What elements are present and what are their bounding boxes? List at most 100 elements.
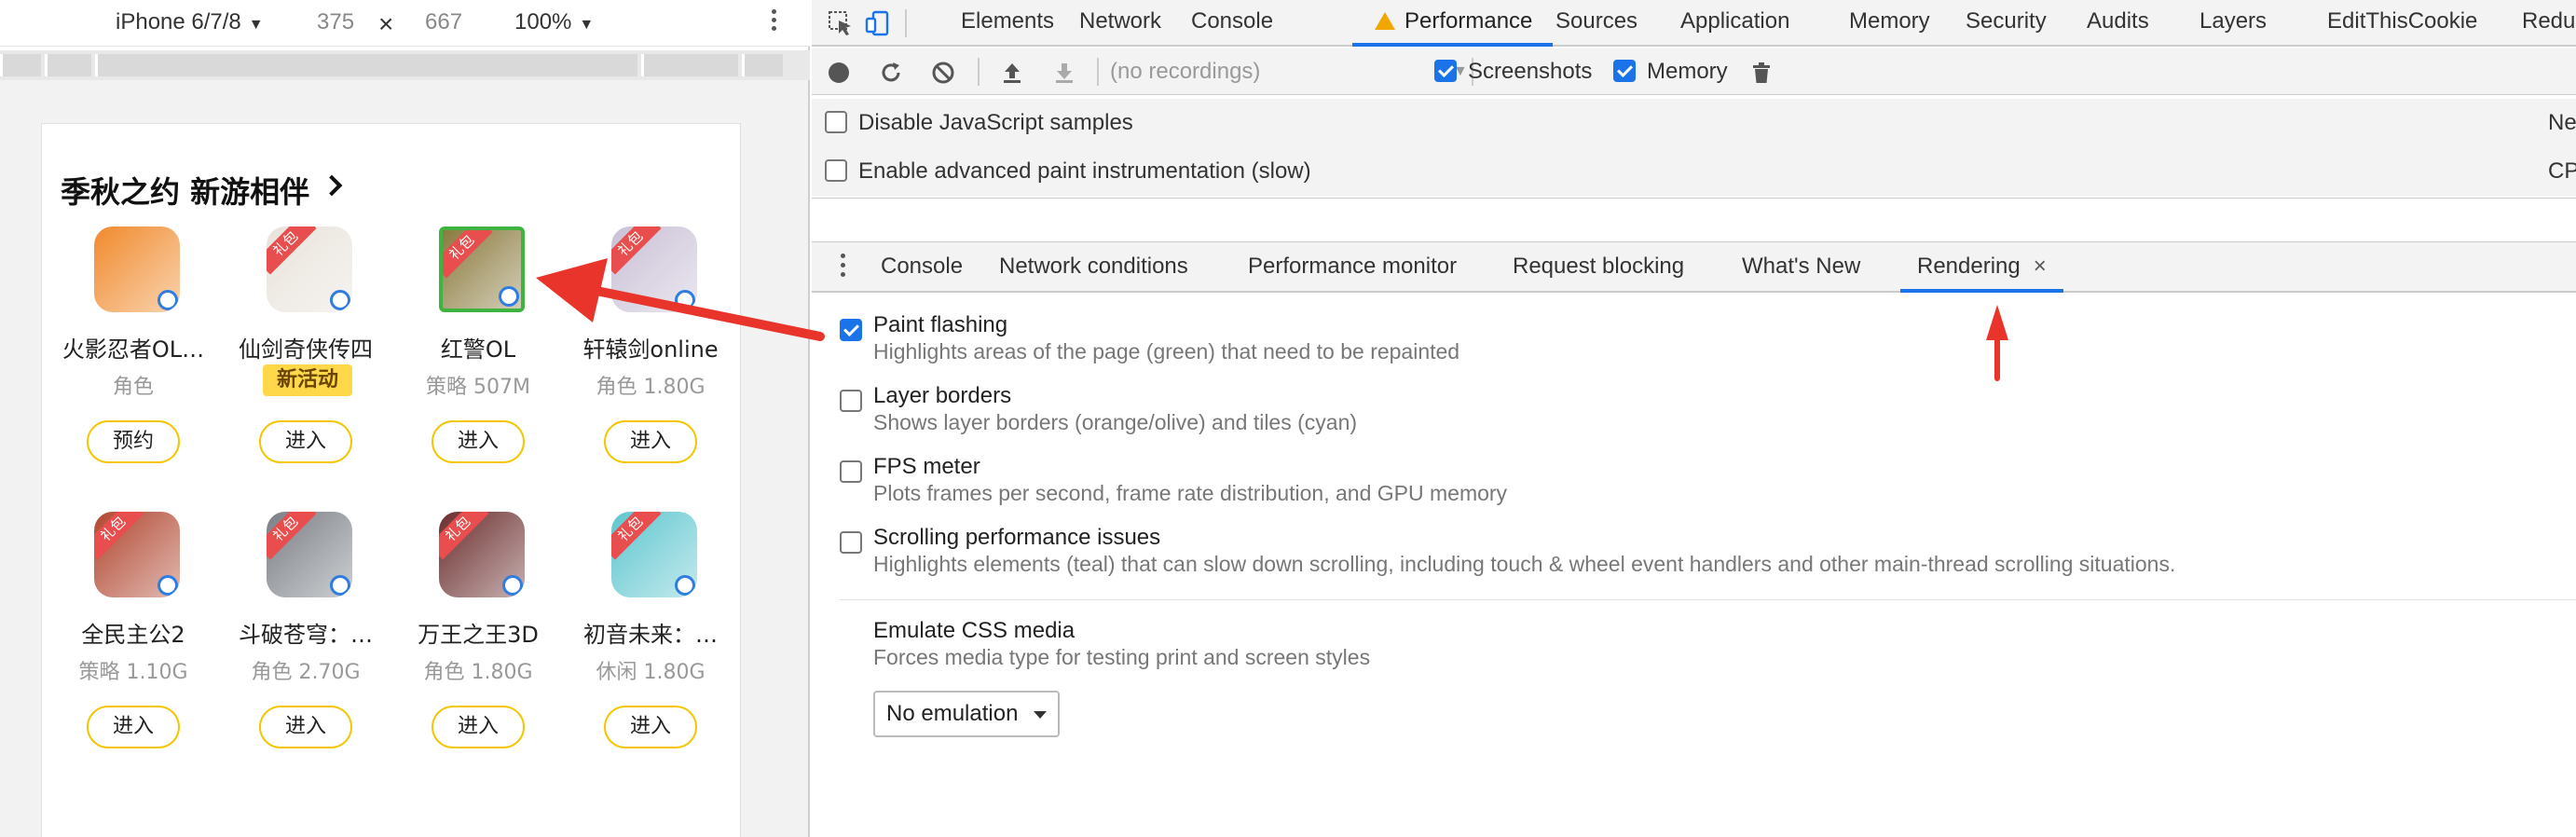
drawer-tab-rendering[interactable]: Rendering × bbox=[1900, 242, 2063, 293]
drawer-more-icon[interactable] bbox=[838, 254, 847, 281]
layer-borders-option[interactable]: Layer borders Shows layer borders (orang… bbox=[840, 382, 2573, 438]
section-title[interactable]: 季秋之约 新游相伴 bbox=[61, 169, 343, 212]
emulate-css-media-select[interactable]: No emulation bbox=[873, 691, 1060, 737]
toolbar-divider bbox=[1097, 58, 1099, 86]
disable-js-samples-checkbox[interactable] bbox=[825, 111, 847, 133]
qq-game-icon bbox=[502, 575, 523, 596]
cpu-throttle-label[interactable]: CP bbox=[2548, 158, 2576, 185]
device-height-input[interactable]: 667 bbox=[425, 9, 462, 35]
advanced-paint-option[interactable]: Enable advanced paint instrumentation (s… bbox=[825, 158, 1311, 185]
tab-audits[interactable]: Audits bbox=[2087, 0, 2149, 47]
game-item[interactable]: 礼包 轩辕剑online 角色 1.80G 进入 bbox=[565, 226, 736, 469]
game-action-button[interactable]: 进入 bbox=[604, 706, 697, 748]
more-options-icon[interactable] bbox=[762, 9, 785, 37]
close-icon[interactable]: × bbox=[2034, 254, 2047, 279]
game-item[interactable]: 火影忍者OL… 角色 预约 bbox=[48, 226, 219, 469]
record-icon[interactable] bbox=[827, 61, 851, 85]
screenshots-checkbox[interactable] bbox=[1434, 60, 1457, 82]
tab-network[interactable]: Network bbox=[1079, 0, 1161, 47]
drawer-tab-rendering-label: Rendering bbox=[1917, 254, 2021, 279]
game-name: 斗破苍穹：… bbox=[239, 622, 373, 648]
reload-icon[interactable] bbox=[879, 61, 903, 85]
game-icon[interactable]: 礼包 bbox=[439, 512, 525, 597]
device-toolbar: iPhone 6/7/8 ▼ 375 × 667 100% ▼ bbox=[0, 0, 810, 47]
drawer-tab-whats-new[interactable]: What's New bbox=[1742, 242, 1860, 293]
game-item[interactable]: 礼包 红警OL 策略 507M 进入 bbox=[392, 226, 564, 469]
tab-redux[interactable]: Redu bbox=[2522, 0, 2575, 47]
game-icon[interactable]: 礼包 bbox=[611, 512, 697, 597]
tab-performance-label: Performance bbox=[1404, 8, 1533, 34]
layer-borders-checkbox[interactable] bbox=[840, 390, 862, 412]
timeline-area bbox=[812, 198, 2576, 242]
clear-icon[interactable] bbox=[931, 61, 955, 85]
qq-game-icon bbox=[330, 575, 350, 596]
trash-icon[interactable] bbox=[1749, 61, 1774, 85]
tab-elements[interactable]: Elements bbox=[961, 0, 1054, 47]
screenshot-root: iPhone 6/7/8 ▼ 375 × 667 100% ▼ 季秋之约 新游相伴 … bbox=[0, 0, 2576, 837]
tab-sources[interactable]: Sources bbox=[1555, 0, 1637, 47]
qq-game-icon bbox=[675, 290, 695, 310]
game-icon[interactable]: 礼包 bbox=[439, 226, 525, 312]
emulate-css-media-desc: Forces media type for testing print and … bbox=[873, 645, 1371, 669]
game-action-button[interactable]: 进入 bbox=[259, 420, 352, 463]
device-select[interactable]: iPhone 6/7/8 ▼ bbox=[116, 9, 264, 38]
tab-console[interactable]: Console bbox=[1191, 0, 1273, 47]
game-icon[interactable]: 礼包 bbox=[267, 512, 352, 597]
game-item[interactable]: 礼包 初音未来：… 休闲 1.80G 进入 bbox=[565, 512, 736, 754]
game-action-button[interactable]: 进入 bbox=[87, 706, 180, 748]
game-item[interactable]: 礼包 全民主公2 策略 1.10G 进入 bbox=[48, 512, 219, 754]
drawer-tab-performance-monitor[interactable]: Performance monitor bbox=[1248, 242, 1457, 293]
disable-js-samples-option[interactable]: Disable JavaScript samples bbox=[825, 110, 1133, 136]
memory-checkbox[interactable] bbox=[1613, 60, 1636, 82]
game-action-button[interactable]: 预约 bbox=[87, 420, 180, 463]
upload-icon[interactable] bbox=[1000, 61, 1024, 85]
tab-security[interactable]: Security bbox=[1966, 0, 2047, 47]
download-icon[interactable] bbox=[1052, 61, 1076, 85]
scroll-perf-option[interactable]: Scrolling performance issues Highlights … bbox=[840, 524, 2573, 580]
device-width-input[interactable]: 375 bbox=[317, 9, 354, 35]
game-action-button[interactable]: 进入 bbox=[432, 706, 525, 748]
toolbar-divider bbox=[978, 58, 980, 86]
option-row-paint: Enable advanced paint instrumentation (s… bbox=[812, 147, 2576, 196]
tab-memory[interactable]: Memory bbox=[1849, 0, 1930, 47]
game-icon[interactable]: 礼包 bbox=[267, 226, 352, 312]
tab-editthiscookie[interactable]: EditThisCookie bbox=[2327, 0, 2477, 47]
tab-layers[interactable]: Layers bbox=[2199, 0, 2267, 47]
game-name: 红警OL bbox=[440, 336, 516, 363]
recordings-select[interactable]: (no recordings) ▼ bbox=[1110, 59, 1468, 85]
toggle-device-icon[interactable] bbox=[864, 9, 892, 37]
drawer-tab-network-conditions[interactable]: Network conditions bbox=[999, 242, 1188, 293]
game-meta: 角色 bbox=[112, 376, 154, 399]
game-item[interactable]: 礼包 斗破苍穹：… 角色 2.70G 进入 bbox=[220, 512, 391, 754]
layer-borders-title: Layer borders bbox=[873, 383, 1012, 408]
network-throttle-label[interactable]: Ne bbox=[2548, 110, 2576, 136]
drawer-tab-request-blocking[interactable]: Request blocking bbox=[1513, 242, 1684, 293]
advanced-paint-checkbox[interactable] bbox=[825, 159, 847, 182]
screenshots-toggle[interactable]: Screenshots bbox=[1434, 59, 1592, 85]
game-item[interactable]: 礼包 万王之王3D 角色 1.80G 进入 bbox=[392, 512, 564, 754]
fps-meter-title: FPS meter bbox=[873, 454, 980, 479]
game-icon[interactable] bbox=[94, 226, 180, 312]
game-icon[interactable]: 礼包 bbox=[94, 512, 180, 597]
tab-performance[interactable]: Performance bbox=[1352, 0, 1554, 47]
paint-flashing-checkbox[interactable] bbox=[840, 319, 862, 341]
game-item[interactable]: 礼包 仙剑奇侠传四 新活动 进入 bbox=[220, 226, 391, 469]
memory-toggle[interactable]: Memory bbox=[1613, 59, 1728, 85]
fps-meter-checkbox[interactable] bbox=[840, 460, 862, 483]
game-meta: 角色 1.80G bbox=[596, 376, 706, 399]
drawer-tab-console[interactable]: Console bbox=[881, 242, 963, 293]
scroll-perf-checkbox[interactable] bbox=[840, 531, 862, 554]
zoom-select[interactable]: 100% ▼ bbox=[514, 9, 594, 38]
game-action-button[interactable]: 进入 bbox=[259, 706, 352, 748]
game-icon[interactable]: 礼包 bbox=[611, 226, 697, 312]
fps-meter-option[interactable]: FPS meter Plots frames per second, frame… bbox=[840, 453, 2573, 509]
warning-icon bbox=[1375, 12, 1395, 30]
paint-flashing-option[interactable]: Paint flashing Highlights areas of the p… bbox=[840, 311, 2573, 367]
qq-game-icon bbox=[158, 290, 178, 310]
game-action-button[interactable]: 进入 bbox=[604, 420, 697, 463]
qq-game-icon bbox=[675, 575, 695, 596]
tab-application[interactable]: Application bbox=[1680, 0, 1789, 47]
inspect-element-icon[interactable] bbox=[827, 9, 855, 37]
game-action-button[interactable]: 进入 bbox=[432, 420, 525, 463]
gift-badge: 礼包 bbox=[443, 230, 493, 279]
